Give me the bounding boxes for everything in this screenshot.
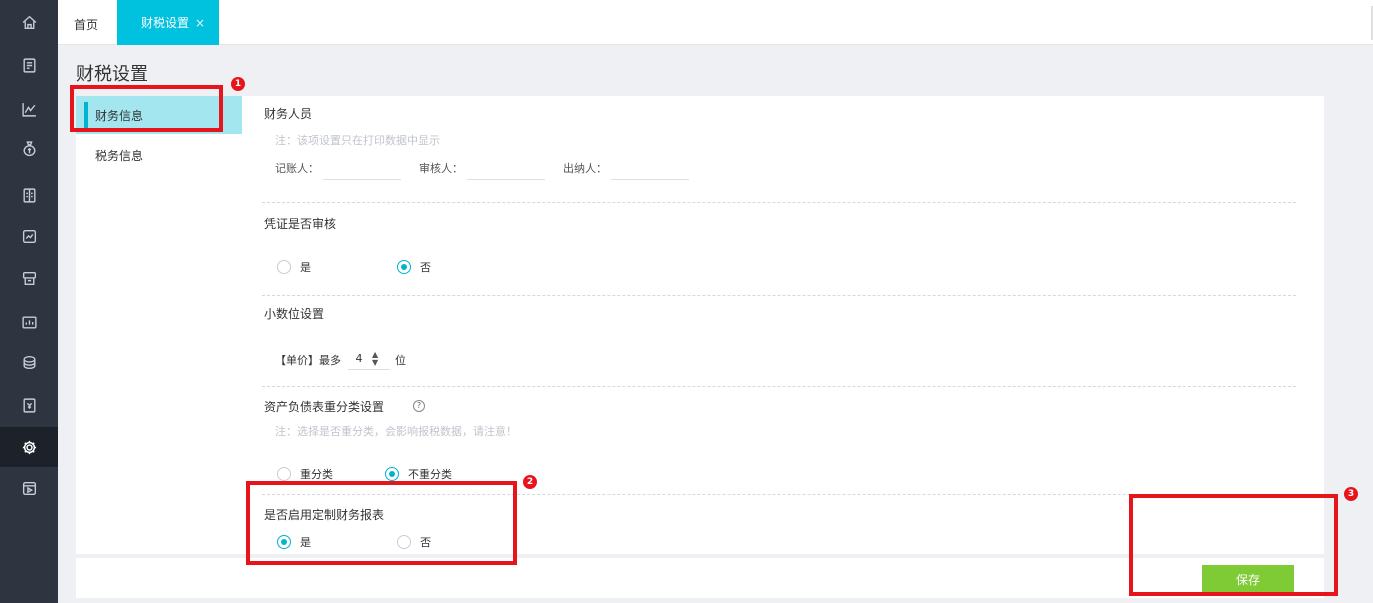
decimal-stepper[interactable]: 4 ▲ ▼ [348, 348, 390, 370]
radio-dot [277, 260, 291, 274]
voucher-no-radio[interactable]: 否 [397, 259, 431, 275]
reviewer-label: 审核人： [419, 162, 463, 175]
divider [262, 295, 1296, 296]
callout-box-3 [1129, 494, 1338, 596]
voucher-yes-radio[interactable]: 是 [277, 259, 311, 275]
callout-box-2 [246, 481, 517, 565]
balance-note: 注：选择是否重分类，会影响报税数据，请注意！ [275, 425, 517, 438]
tab-bar: 首页 财税设置 × [58, 0, 1373, 45]
report-icon[interactable] [17, 224, 41, 248]
divider [262, 386, 1296, 387]
balance-section-title: 资产负债表重分类设置 [264, 400, 385, 414]
radio-label: 是 [300, 261, 311, 274]
stepper-arrows[interactable]: ▲ ▼ [372, 350, 378, 367]
cashier-label: 出纳人： [563, 162, 607, 175]
tab-finance-settings[interactable]: 财税设置 × [117, 0, 219, 45]
document-icon[interactable] [17, 53, 41, 77]
annotation-badge-3: 3 [1344, 487, 1358, 501]
ledger-icon[interactable] [17, 183, 41, 207]
dashboard-icon[interactable] [17, 310, 41, 334]
reclass-radio[interactable]: 重分类 [277, 466, 333, 482]
help-icon[interactable]: ? [413, 400, 425, 412]
radio-label: 否 [420, 261, 431, 274]
cashier-icon[interactable] [17, 266, 41, 290]
decimal-suffix: 位 [395, 354, 406, 367]
settings-side-menu: 财务信息 税务信息 [76, 96, 242, 554]
money-bag-icon[interactable] [17, 136, 41, 160]
staff-note: 注：该项设置只在打印数据中显示 [275, 134, 440, 147]
annotation-badge-1: 1 [231, 77, 245, 91]
menu-item-tax-info[interactable]: 税务信息 [76, 136, 242, 174]
coins-icon[interactable] [17, 350, 41, 374]
voucher-section-title: 凭证是否审核 [264, 217, 337, 231]
callout-box-1 [70, 85, 223, 132]
decimal-value: 4 [355, 352, 363, 365]
reviewer-input[interactable] [467, 160, 545, 180]
close-icon[interactable]: × [195, 16, 205, 30]
chevron-down-icon[interactable]: ▼ [372, 358, 378, 367]
tab-home[interactable]: 首页 [74, 16, 98, 33]
left-nav-bar [0, 0, 58, 603]
divider [262, 202, 1296, 203]
bookkeeper-label: 记账人： [275, 162, 319, 175]
radio-dot-checked [385, 467, 399, 481]
settings-icon[interactable] [17, 435, 41, 459]
staff-section-title: 财务人员 [264, 107, 313, 121]
bookkeeper-input[interactable] [323, 160, 401, 180]
tab-label: 财税设置 [141, 16, 190, 30]
decimal-section-title: 小数位设置 [264, 307, 325, 321]
radio-dot-checked [397, 260, 411, 274]
no-reclass-radio[interactable]: 不重分类 [385, 466, 452, 482]
video-icon[interactable] [17, 476, 41, 500]
annotation-badge-2: 2 [523, 475, 537, 489]
invoice-icon[interactable] [17, 393, 41, 417]
page-title: 财税设置 [76, 64, 148, 85]
cashier-input[interactable] [611, 160, 689, 180]
home-icon[interactable] [17, 10, 41, 34]
radio-dot [277, 467, 291, 481]
decimal-prefix: 【单价】最多 [275, 354, 341, 367]
radio-label: 重分类 [300, 468, 333, 481]
chart-icon[interactable] [17, 97, 41, 121]
radio-label: 不重分类 [408, 468, 452, 481]
